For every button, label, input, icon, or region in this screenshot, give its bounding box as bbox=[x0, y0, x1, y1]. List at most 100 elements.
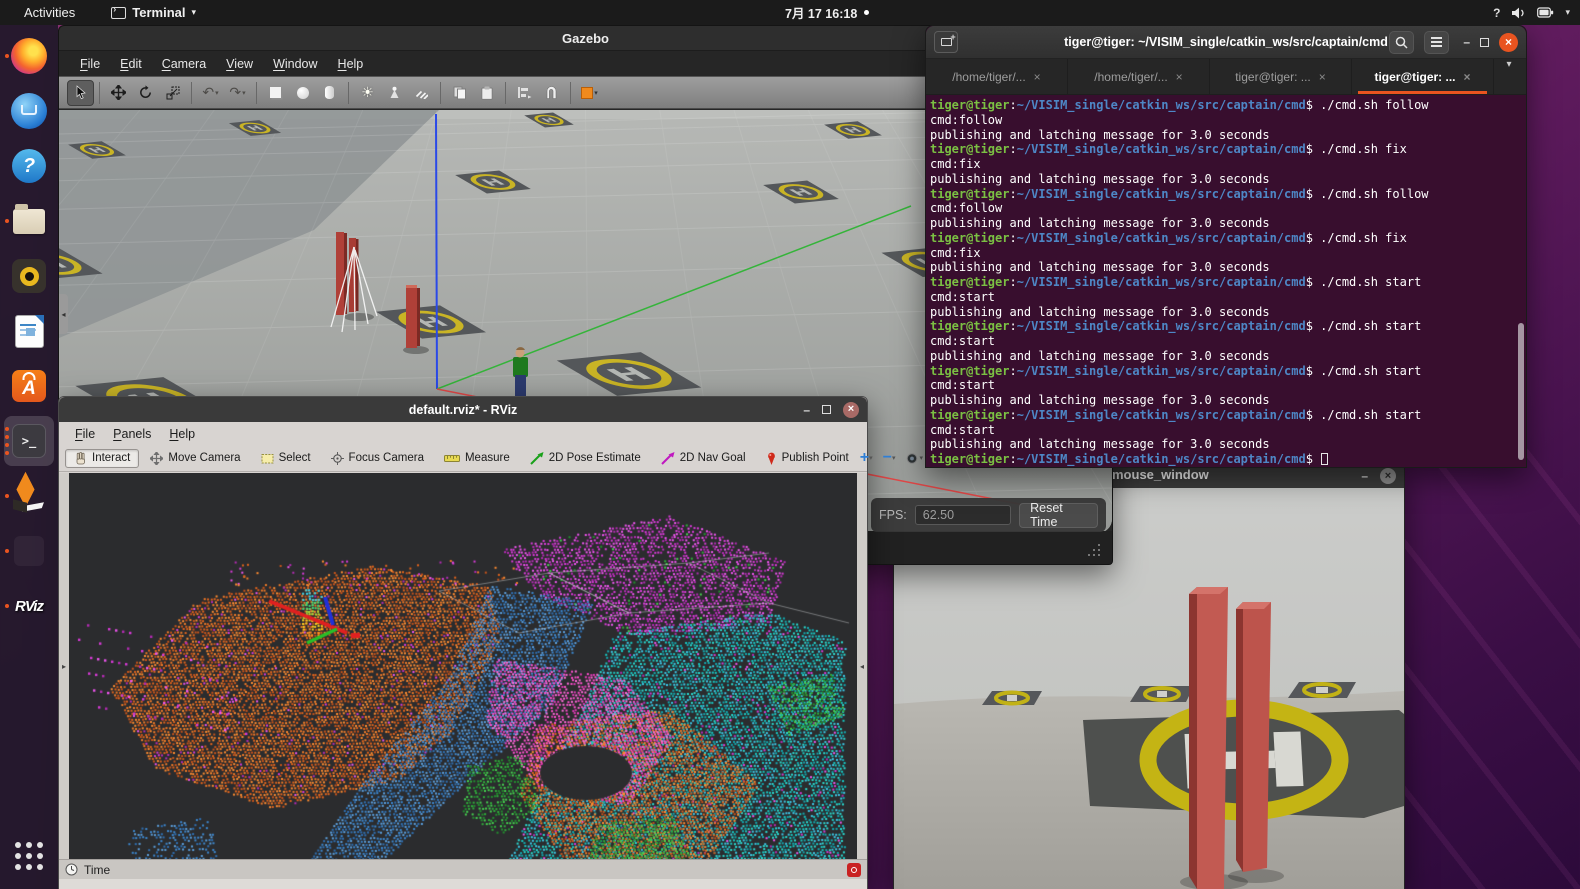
terminal-tab-1[interactable]: /home/tiger/...× bbox=[926, 59, 1068, 94]
dock-item-rhythmbox[interactable] bbox=[4, 251, 54, 301]
tool-2d-nav-goal[interactable]: 2D Nav Goal bbox=[652, 449, 755, 468]
focused-app-menu[interactable]: Terminal ▾ bbox=[111, 5, 196, 20]
clock-menu[interactable]: 7月 17 16:18 bbox=[785, 0, 869, 25]
tool-publish-point[interactable]: Publish Point bbox=[757, 449, 858, 468]
camera-views-icon[interactable]: ▾ bbox=[905, 452, 923, 465]
move-camera-icon bbox=[150, 452, 163, 465]
time-panel-close-button[interactable] bbox=[847, 863, 861, 877]
terminal-tab-2[interactable]: /home/tiger/...× bbox=[1068, 59, 1210, 94]
dock-item-rviz[interactable]: RViz bbox=[4, 581, 54, 631]
menu-window[interactable]: Window bbox=[264, 55, 326, 73]
minimize-button[interactable]: – bbox=[1463, 36, 1470, 48]
menu-help[interactable]: Help bbox=[329, 55, 373, 73]
menu-panels[interactable]: Panels bbox=[105, 426, 159, 442]
rviz-3d-viewport[interactable]: ▸ ◂ bbox=[59, 473, 867, 859]
point-light-icon[interactable]: ☀ bbox=[354, 80, 381, 106]
close-tab-icon[interactable]: × bbox=[1319, 70, 1326, 84]
spot-light-icon[interactable] bbox=[381, 80, 408, 106]
dock-item-libreoffice-writer[interactable] bbox=[4, 306, 54, 356]
rviz-left-panel-handle[interactable]: ▸ bbox=[59, 473, 69, 859]
snap-magnet-icon[interactable] bbox=[538, 80, 565, 106]
tool-select[interactable]: Select bbox=[252, 449, 320, 468]
insert-model-icon[interactable]: ▾ bbox=[576, 80, 603, 106]
rviz-window: default.rviz* - RViz – × FilePanelsHelp … bbox=[58, 396, 868, 889]
publish-point-icon bbox=[766, 452, 777, 465]
menu-edit[interactable]: Edit bbox=[111, 55, 151, 73]
tool-2d-pose-estimate[interactable]: 2D Pose Estimate bbox=[521, 449, 650, 468]
top-bar: Activities Terminal ▾ 7月 17 16:18 ? ▾ bbox=[0, 0, 1580, 25]
activities-button[interactable]: Activities bbox=[16, 5, 83, 20]
close-tab-icon[interactable]: × bbox=[1464, 70, 1471, 84]
close-button[interactable]: × bbox=[1499, 33, 1518, 52]
rviz-icon: RViz bbox=[15, 598, 43, 615]
dock-item-gazebo[interactable] bbox=[4, 471, 54, 521]
rotate-icon[interactable] bbox=[132, 80, 159, 106]
reset-time-button[interactable]: Reset Time bbox=[1019, 503, 1098, 528]
menu-help[interactable]: Help bbox=[161, 426, 203, 442]
menu-camera[interactable]: Camera bbox=[153, 55, 215, 73]
scale-icon[interactable] bbox=[159, 80, 186, 106]
dock-item-thunderbird[interactable] bbox=[4, 86, 54, 136]
dock-item-unknown-app[interactable] bbox=[4, 526, 54, 576]
tool-move-camera[interactable]: Move Camera bbox=[141, 449, 249, 468]
scrollbar-thumb[interactable] bbox=[1518, 323, 1524, 460]
new-tab-button[interactable] bbox=[934, 31, 958, 53]
box-icon[interactable] bbox=[262, 80, 289, 106]
select-arrow-icon[interactable] bbox=[67, 80, 94, 106]
close-tab-icon[interactable]: × bbox=[1176, 70, 1183, 84]
dock-item-ubuntu-software[interactable]: A bbox=[4, 361, 54, 411]
tool-label: Interact bbox=[92, 452, 130, 464]
resize-grip[interactable] bbox=[1088, 546, 1100, 556]
maximize-button[interactable] bbox=[1480, 38, 1489, 47]
search-button[interactable] bbox=[1389, 31, 1414, 54]
redo-icon[interactable]: ↷▾ bbox=[224, 80, 251, 106]
dock-item-files[interactable] bbox=[4, 196, 54, 246]
dock-item-terminal[interactable]: >_ bbox=[4, 416, 54, 466]
rviz-time-panel-header[interactable]: Time bbox=[59, 859, 867, 879]
terminal-icon: >_ bbox=[12, 424, 46, 458]
cylinder-icon[interactable] bbox=[316, 80, 343, 106]
terminal-content[interactable]: tiger@tiger:~/VISIM_single/catkin_ws/src… bbox=[926, 95, 1526, 468]
tool-measure[interactable]: Measure bbox=[435, 449, 519, 467]
close-button[interactable]: × bbox=[843, 402, 859, 418]
add-plus-icon[interactable]: +▾ bbox=[860, 450, 873, 466]
rviz-right-panel-handle[interactable]: ◂ bbox=[857, 473, 867, 859]
menu-file[interactable]: File bbox=[67, 426, 103, 442]
dock-item-firefox[interactable] bbox=[4, 31, 54, 81]
tool-interact[interactable]: Interact bbox=[65, 449, 139, 468]
close-button[interactable]: × bbox=[1380, 468, 1396, 484]
menu-file[interactable]: File bbox=[71, 55, 109, 73]
paste-icon[interactable] bbox=[473, 80, 500, 106]
minimize-button[interactable]: – bbox=[1361, 470, 1368, 482]
rviz-time-panel-body bbox=[59, 879, 867, 889]
copy-icon[interactable] bbox=[446, 80, 473, 106]
gazebo-left-panel-handle[interactable]: ◂ bbox=[59, 294, 68, 334]
tool-focus-camera[interactable]: Focus Camera bbox=[322, 449, 433, 468]
menu-button[interactable] bbox=[1424, 31, 1449, 54]
menu-view[interactable]: View bbox=[217, 55, 262, 73]
terminal-line: publishing and latching message for 3.0 … bbox=[930, 349, 1524, 364]
translate-icon[interactable] bbox=[105, 80, 132, 106]
tab-list-dropdown[interactable]: ▾ bbox=[1494, 59, 1524, 94]
close-tab-icon[interactable]: × bbox=[1034, 70, 1041, 84]
rviz-pointcloud-canvas[interactable] bbox=[69, 473, 857, 859]
terminal-tab-4[interactable]: tiger@tiger: ...× bbox=[1352, 59, 1494, 94]
tool-label: 2D Pose Estimate bbox=[549, 452, 641, 464]
system-tray[interactable]: ? ▾ bbox=[1493, 0, 1570, 25]
terminal-line: cmd:start bbox=[930, 378, 1524, 393]
sphere-icon[interactable] bbox=[289, 80, 316, 106]
undo-icon[interactable]: ↶▾ bbox=[197, 80, 224, 106]
minimize-button[interactable]: – bbox=[803, 404, 810, 416]
remove-minus-icon[interactable]: −▾ bbox=[883, 450, 896, 466]
rviz-title-bar[interactable]: default.rviz* - RViz – × bbox=[59, 397, 867, 422]
terminal-tab-3[interactable]: tiger@tiger: ...× bbox=[1210, 59, 1352, 94]
dock-item-help[interactable]: ? bbox=[4, 141, 54, 191]
tool-label: Publish Point bbox=[782, 452, 849, 464]
terminal-line: tiger@tiger:~/VISIM_single/catkin_ws/src… bbox=[930, 275, 1524, 290]
show-apps-button[interactable] bbox=[4, 831, 54, 881]
align-icon[interactable] bbox=[511, 80, 538, 106]
rhythmbox-icon bbox=[12, 259, 46, 293]
directional-light-icon[interactable] bbox=[408, 80, 435, 106]
terminal-title-bar[interactable]: tiger@tiger: ~/VISIM_single/catkin_ws/sr… bbox=[926, 26, 1526, 59]
maximize-button[interactable] bbox=[822, 405, 831, 414]
